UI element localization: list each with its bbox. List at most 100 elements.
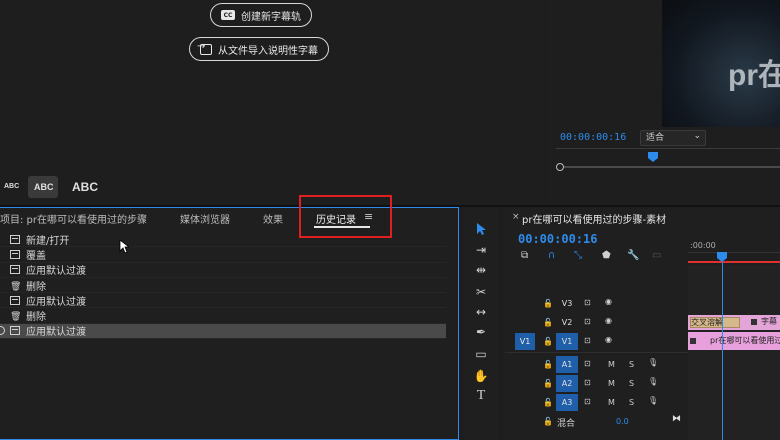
selection-tool-icon[interactable] — [475, 222, 487, 236]
sync-lock-icon[interactable]: ⊡ — [584, 397, 591, 406]
track-a1[interactable]: A1 — [556, 356, 578, 373]
history-step[interactable]: 应用默认过渡 — [0, 263, 446, 278]
history-step-label: 删除 — [26, 312, 46, 324]
document-icon — [10, 326, 20, 336]
go-to-ends-icon[interactable]: ⧓ — [672, 414, 681, 424]
timeline-playhead-line — [722, 262, 723, 440]
eye-icon[interactable]: ◉ — [605, 335, 612, 344]
ripple-edit-tool-icon[interactable]: ⇹ — [472, 262, 490, 278]
solo-button[interactable]: S — [629, 360, 634, 369]
pen-tool-icon[interactable]: ✒ — [472, 324, 490, 340]
history-step[interactable]: 应用默认过渡 — [0, 293, 446, 309]
microphone-icon[interactable]: 🎙 — [648, 377, 658, 386]
title-clip-label: 字幕 — [761, 317, 777, 326]
video-clip-label: pr在哪可以看使用过 — [710, 336, 780, 345]
linked-selection-icon[interactable]: ⤡ — [574, 250, 582, 261]
sync-lock-icon[interactable]: ⊡ — [584, 336, 591, 345]
add-marker-icon[interactable]: ⬟ — [602, 250, 611, 261]
fx-badge-icon — [751, 319, 757, 325]
caption-style-large[interactable]: ABC — [72, 180, 98, 194]
captions-panel — [0, 0, 543, 205]
mute-button[interactable]: M — [608, 398, 615, 407]
history-step[interactable]: 删除 — [0, 309, 446, 324]
eye-icon[interactable]: ◉ — [605, 316, 612, 325]
eye-icon[interactable]: ◉ — [605, 297, 612, 306]
track-a3[interactable]: A3 — [556, 394, 578, 411]
video-audio-divider[interactable] — [505, 352, 688, 353]
create-caption-track-label: 创建新字幕轨 — [241, 11, 301, 23]
wrench-settings-icon[interactable]: 🔧 — [627, 250, 639, 261]
microphone-icon[interactable]: 🎙 — [648, 396, 658, 405]
close-sequence-icon[interactable]: × — [512, 212, 520, 222]
lock-icon[interactable]: 🔓 — [543, 299, 553, 308]
sequence-tab-title[interactable]: pr在哪可以看使用过的步骤-素材 — [522, 211, 666, 226]
import-captions-from-file-button[interactable]: 从文件导入说明性字幕 — [189, 37, 329, 61]
history-step-label: 应用默认过渡 — [26, 296, 86, 308]
trash-icon — [10, 311, 20, 320]
history-step[interactable]: 应用默认过渡 — [0, 323, 446, 340]
history-step-label: 应用默认过渡 — [26, 266, 86, 278]
lock-icon[interactable]: 🔓 — [543, 337, 553, 346]
sync-lock-icon[interactable]: ⊡ — [584, 359, 591, 368]
lock-icon[interactable]: 🔓 — [543, 360, 553, 369]
trash-icon — [10, 281, 20, 290]
program-zoom-scrollbar[interactable] — [558, 166, 780, 168]
solo-button[interactable]: S — [629, 398, 634, 407]
track-v1[interactable]: V1 — [556, 333, 578, 350]
cross-dissolve-transition[interactable]: 交叉溶解 — [690, 317, 740, 328]
lock-icon[interactable]: 🔓 — [543, 379, 553, 388]
slip-tool-icon[interactable]: ↔ — [472, 304, 490, 320]
history-step[interactable]: 覆盖 — [0, 247, 446, 263]
document-icon — [10, 265, 20, 275]
caption-style-medium[interactable]: ABC — [34, 182, 54, 192]
tab-project[interactable]: 项目: pr在哪可以看使用过的步骤 — [0, 211, 147, 226]
timeline-track-area[interactable] — [688, 265, 780, 440]
tab-effects[interactable]: 效果 — [263, 211, 283, 226]
mute-button[interactable]: M — [608, 379, 615, 388]
history-step[interactable]: 删除 — [0, 278, 446, 294]
track-v3[interactable]: V3 — [558, 295, 576, 312]
captions-toggle-icon[interactable]: ▭ — [652, 250, 661, 261]
track-v2[interactable]: V2 — [558, 314, 576, 331]
history-step-label: 新建/打开 — [26, 235, 70, 247]
tab-media-browser[interactable]: 媒体浏览器 — [180, 211, 230, 226]
nest-toggle-icon[interactable]: ⧉ — [521, 250, 528, 261]
create-caption-track-button[interactable]: CC 创建新字幕轨 — [210, 3, 312, 27]
sync-lock-icon[interactable]: ⊡ — [584, 378, 591, 387]
timeline-timecode[interactable]: 00:00:00:16 — [518, 232, 597, 246]
lock-icon[interactable]: 🔓 — [543, 398, 553, 407]
type-tool-icon[interactable]: T — [472, 388, 490, 404]
mix-track-label: 混合 — [557, 419, 576, 429]
fx-badge-icon — [690, 338, 696, 344]
video-frame-text: pr在 — [728, 59, 780, 92]
hand-tool-icon[interactable]: ✋ — [472, 368, 490, 384]
snap-magnet-icon[interactable]: ∩ — [548, 250, 555, 261]
program-time-ruler[interactable] — [556, 148, 780, 162]
zoom-fit-dropdown[interactable]: 适合 — [640, 129, 706, 146]
microphone-icon[interactable]: 🎙 — [648, 358, 658, 367]
track-select-tool-icon[interactable]: ⇥ — [472, 242, 490, 258]
timeline-ruler[interactable] — [688, 252, 780, 253]
rectangle-tool-icon[interactable]: ▭ — [472, 346, 490, 362]
program-timecode[interactable]: 00:00:00:16 — [560, 132, 626, 143]
history-step-label: 应用默认过渡 — [26, 327, 86, 339]
solo-button[interactable]: S — [629, 379, 634, 388]
source-patch-v1[interactable]: V1 — [515, 333, 535, 350]
lock-icon[interactable]: 🔓 — [543, 318, 553, 327]
mix-volume-value[interactable]: 0.0 — [616, 417, 629, 426]
caption-style-small[interactable]: ABC — [4, 183, 19, 190]
lock-icon[interactable]: 🔓 — [543, 417, 553, 426]
razor-tool-icon[interactable]: ✂ — [472, 284, 490, 300]
document-icon — [10, 249, 20, 259]
history-step-label: 删除 — [26, 281, 46, 293]
program-zoom-scrollbar-handle[interactable] — [556, 163, 564, 171]
import-captions-label: 从文件导入说明性字幕 — [218, 45, 318, 57]
mouse-cursor-icon — [119, 239, 129, 254]
ruler-start-label: :00:00 — [690, 241, 716, 250]
sync-lock-icon[interactable]: ⊡ — [584, 317, 591, 326]
mute-button[interactable]: M — [608, 360, 615, 369]
work-area-bar[interactable] — [688, 261, 780, 263]
sync-lock-icon[interactable]: ⊡ — [584, 298, 591, 307]
track-a2[interactable]: A2 — [556, 375, 578, 392]
history-step[interactable]: 新建/打开 — [0, 232, 446, 248]
